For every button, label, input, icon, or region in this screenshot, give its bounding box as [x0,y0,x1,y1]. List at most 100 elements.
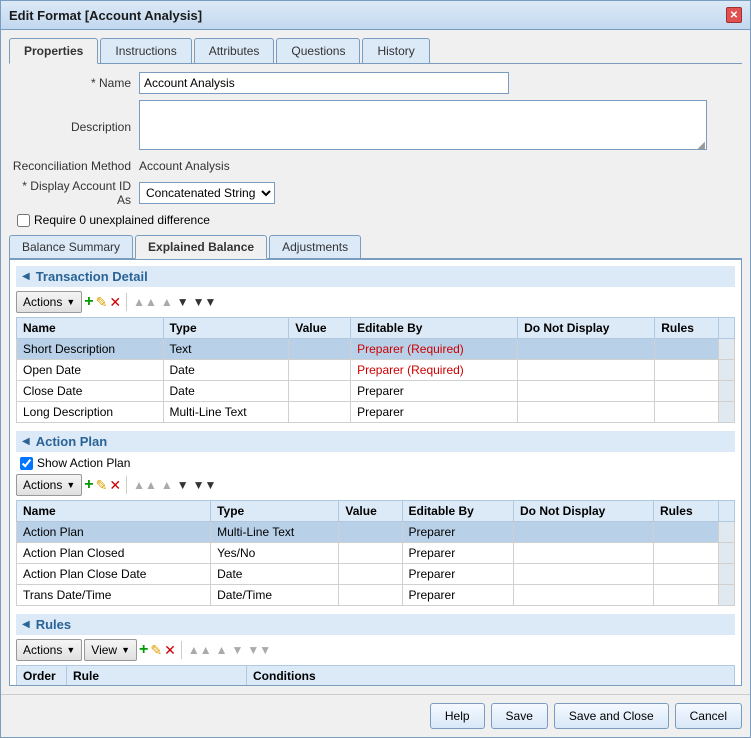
transaction-detail-section: ◀ Transaction Detail Actions ▼ + ✎ ✕ ▲▲ … [16,266,735,423]
td-value [289,339,351,360]
td-scroll [719,339,735,360]
action-plan-header[interactable]: ◀ Action Plan [16,431,735,452]
td-scroll [719,381,735,402]
table-row[interactable]: Trans Date/Time Date/Time Preparer [17,585,735,606]
rules-actions-arrow: ▼ [66,645,75,655]
td-editable: Preparer [351,381,518,402]
transaction-delete-icon[interactable]: ✕ [109,294,121,311]
rules-header[interactable]: ◀ Rules [16,614,735,635]
save-button[interactable]: Save [491,703,548,729]
transaction-up-icon[interactable]: ▲ [161,295,173,309]
sub-tab-explained-balance[interactable]: Explained Balance [135,235,267,259]
td-col-display: Do Not Display [518,318,655,339]
save-close-button[interactable]: Save and Close [554,703,669,729]
name-input[interactable] [139,72,509,94]
ap-row-type: Date [211,564,339,585]
sep2 [126,476,127,494]
help-button[interactable]: Help [430,703,485,729]
td-type: Text [163,339,289,360]
tab-properties[interactable]: Properties [9,38,98,64]
action-plan-actions-label: Actions [23,478,62,492]
action-plan-section: ◀ Action Plan Show Action Plan Actions ▼… [16,431,735,606]
rules-up-top-icon[interactable]: ▲▲ [188,643,212,657]
cancel-button[interactable]: Cancel [675,703,742,729]
table-row[interactable]: Open Date Date Preparer (Required) [17,360,735,381]
transaction-actions-btn[interactable]: Actions ▼ [16,291,82,313]
td-display [518,381,655,402]
window-title: Edit Format [Account Analysis] [9,8,202,23]
sub-tab-balance-summary[interactable]: Balance Summary [9,235,133,258]
td-type: Multi-Line Text [163,402,289,423]
td-value [289,360,351,381]
show-action-plan-row: Show Action Plan [16,456,735,470]
rules-actions-btn[interactable]: Actions ▼ [16,639,82,661]
recon-method-row: Reconciliation Method Account Analysis [9,159,742,173]
description-input[interactable] [139,100,707,150]
table-row[interactable]: Action Plan Multi-Line Text Preparer [17,522,735,543]
td-col-type: Type [163,318,289,339]
table-row[interactable]: Long Description Multi-Line Text Prepare… [17,402,735,423]
table-row[interactable]: Action Plan Closed Yes/No Preparer [17,543,735,564]
action-plan-up-top-icon[interactable]: ▲▲ [133,478,157,492]
td-col-name: Name [17,318,164,339]
td-name: Long Description [17,402,164,423]
action-plan-down-bottom-icon[interactable]: ▼▼ [193,478,217,492]
td-scroll [719,402,735,423]
action-plan-add-icon[interactable]: + [84,476,93,494]
transaction-add-icon[interactable]: + [84,293,93,311]
tab-attributes[interactable]: Attributes [194,38,275,63]
ap-row-rules [653,585,718,606]
rules-view-arrow: ▼ [121,645,130,655]
td-editable: Preparer (Required) [351,360,518,381]
show-action-plan-label: Show Action Plan [37,456,130,470]
sep3 [181,641,182,659]
main-tabs: Properties Instructions Attributes Quest… [9,38,742,64]
table-row[interactable]: Short Description Text Preparer (Require… [17,339,735,360]
action-plan-down-icon[interactable]: ▼ [177,478,189,492]
rules-delete-icon[interactable]: ✕ [164,642,176,659]
td-display [518,402,655,423]
ap-row-editable: Preparer [402,522,514,543]
transaction-down-bottom-icon[interactable]: ▼▼ [193,295,217,309]
tab-instructions[interactable]: Instructions [100,38,191,63]
td-rules [655,360,719,381]
display-account-select[interactable]: Concatenated String [139,182,275,204]
rules-up-icon[interactable]: ▲ [216,643,228,657]
transaction-up-top-icon[interactable]: ▲▲ [133,295,157,309]
table-row[interactable]: Action Plan Close Date Date Preparer [17,564,735,585]
action-plan-table: Name Type Value Editable By Do Not Displ… [16,500,735,606]
action-plan-actions-btn[interactable]: Actions ▼ [16,474,82,496]
rules-title: Rules [36,617,71,632]
rules-edit-icon[interactable]: ✎ [150,642,162,659]
transaction-edit-icon[interactable]: ✎ [96,294,108,311]
ap-col-value: Value [339,501,402,522]
display-account-label: * Display Account ID As [9,179,139,207]
action-plan-delete-icon[interactable]: ✕ [109,477,121,494]
ap-col-type: Type [211,501,339,522]
rules-add-icon[interactable]: + [139,641,148,659]
td-rules [655,402,719,423]
ap-row-rules [653,564,718,585]
require-checkbox[interactable] [17,214,30,227]
rules-down-bottom-icon[interactable]: ▼▼ [247,643,271,657]
rules-view-btn[interactable]: View ▼ [84,639,137,661]
rules-section: ◀ Rules Actions ▼ View ▼ + ✎ ✕ [16,614,735,686]
table-row[interactable]: Close Date Date Preparer [17,381,735,402]
transaction-detail-header[interactable]: ◀ Transaction Detail [16,266,735,287]
ap-col-scroll [719,501,735,522]
ap-row-type: Date/Time [211,585,339,606]
sub-tab-adjustments[interactable]: Adjustments [269,235,361,258]
td-name: Open Date [17,360,164,381]
show-action-plan-checkbox[interactable] [20,457,33,470]
transaction-down-icon[interactable]: ▼ [177,295,189,309]
close-button[interactable]: ✕ [726,7,742,23]
rules-down-icon[interactable]: ▼ [231,643,243,657]
transaction-actions-label: Actions [23,295,62,309]
rules-table: Order Rule Conditions 1 Copy Transaction… [16,665,735,686]
action-plan-edit-icon[interactable]: ✎ [96,477,108,494]
bottom-bar: Help Save Save and Close Cancel [1,694,750,737]
tab-questions[interactable]: Questions [276,38,360,63]
action-plan-up-icon[interactable]: ▲ [161,478,173,492]
tab-history[interactable]: History [362,38,429,63]
content-area: Properties Instructions Attributes Quest… [1,30,750,694]
